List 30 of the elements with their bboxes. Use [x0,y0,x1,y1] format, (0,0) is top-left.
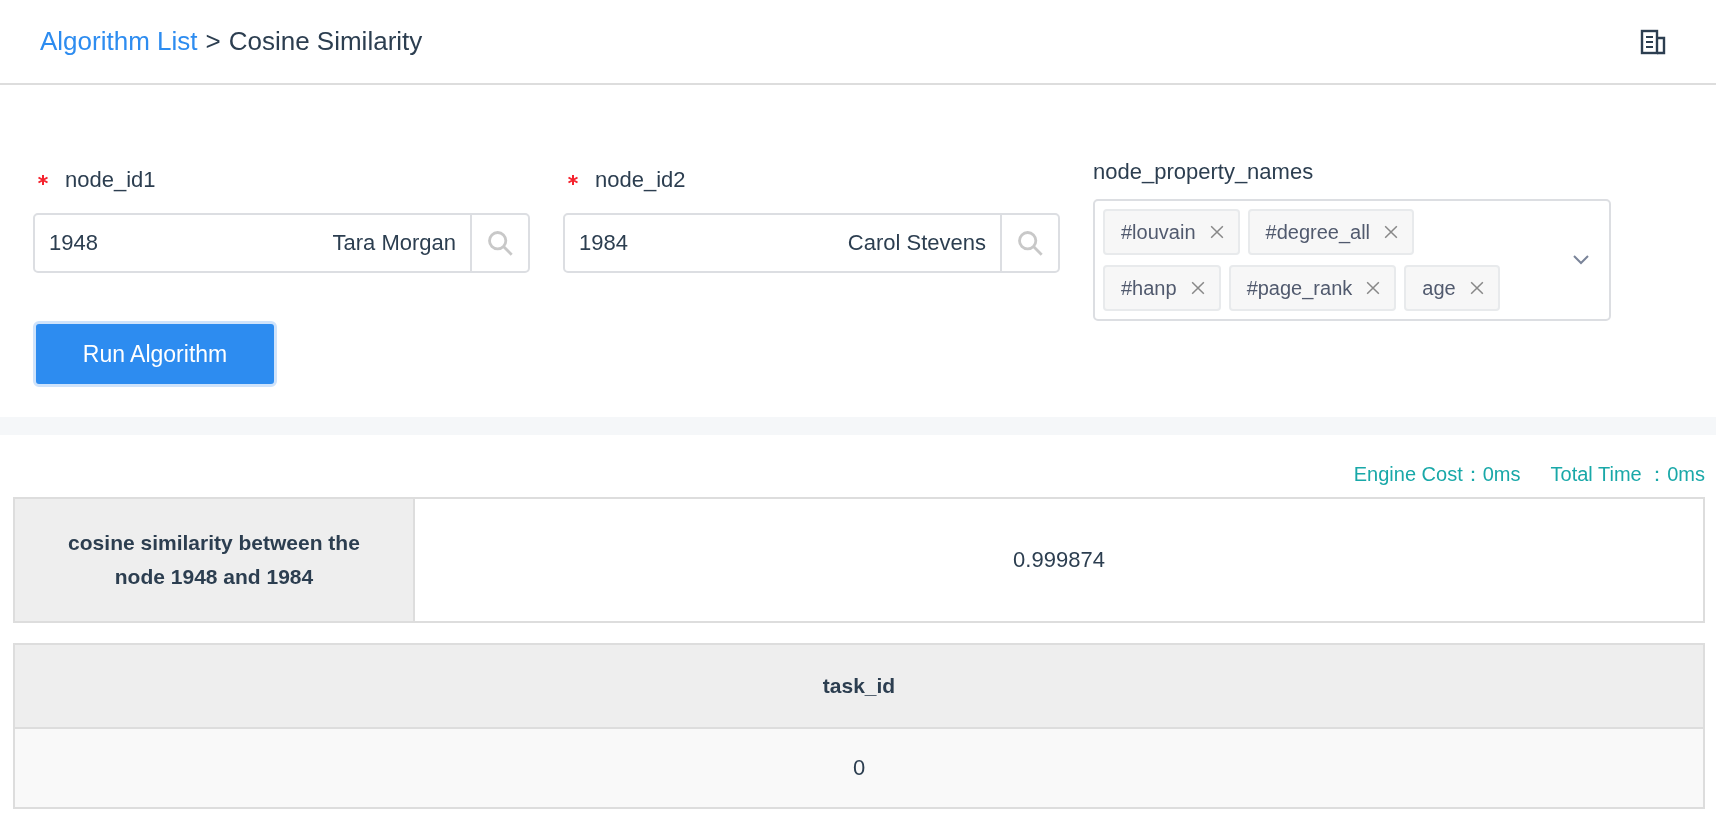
breadcrumb-current: Cosine Similarity [228,26,423,57]
chevron-down-icon[interactable] [1573,255,1589,265]
search-icon [486,229,514,257]
close-icon[interactable] [1384,225,1399,239]
document-icon[interactable] [1640,28,1666,55]
tag: age [1404,265,1500,311]
close-icon[interactable] [1366,281,1381,295]
multi-select-field[interactable]: #louvain #degree_all #hanp #page_rank age [1093,199,1611,321]
search-icon [1016,229,1044,257]
input-field[interactable]: 1984 Carol Stevens [563,213,1060,273]
tag: #louvain [1103,209,1240,255]
engine-cost-text: Engine Cost：0ms [1353,462,1521,485]
tag: #hanp [1103,265,1221,311]
table-cell: 0.999874 [414,498,1704,622]
breadcrumb-link[interactable]: Algorithm List [40,26,198,57]
table-cell: 0 [14,728,1704,808]
close-icon[interactable] [1190,281,1205,295]
input-field[interactable]: 1948 Tara Morgan [33,213,530,273]
field-label: node_id1 [65,167,156,193]
field-label: node_id2 [595,167,686,193]
run-algorithm-button[interactable]: Run Algorithm [33,321,277,387]
close-icon[interactable] [1469,281,1484,295]
table-header-cell: cosine similarity between the node 1948 and 1984 [14,498,414,622]
tag: #degree_all [1247,209,1415,255]
close-icon[interactable] [1209,225,1224,239]
total-time-text: Total Time ：0ms [1550,462,1705,485]
tag: #page_rank [1228,265,1397,311]
breadcrumb-separator: > [205,26,221,57]
field-label: node_property_names [1093,159,1314,185]
table-header-cell: task_id [14,644,1704,728]
